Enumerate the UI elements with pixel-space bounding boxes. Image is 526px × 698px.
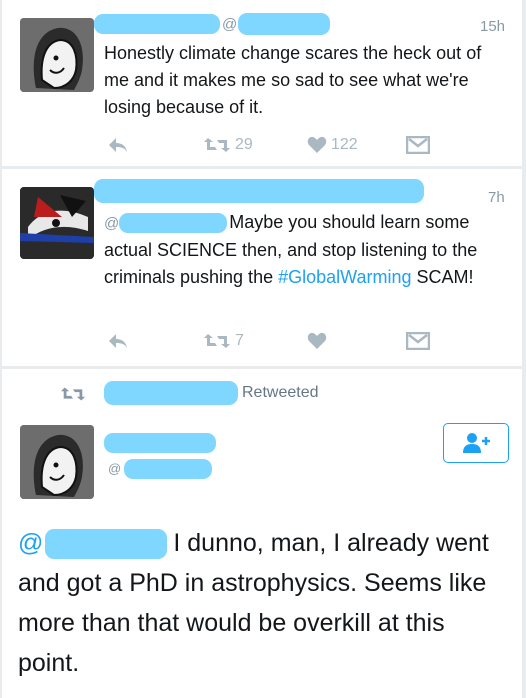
reply-icon bbox=[107, 136, 129, 154]
retweeted-icon bbox=[60, 385, 86, 408]
redacted-name bbox=[104, 433, 216, 453]
redacted-handle bbox=[238, 13, 330, 35]
like-icon bbox=[307, 332, 327, 350]
like-count: 122 bbox=[331, 136, 358, 153]
reply-button[interactable] bbox=[107, 329, 129, 353]
tweet-card-3[interactable]: Retweeted @ @ I dunno, man, I already wen… bbox=[2, 369, 522, 698]
retweeted-label: Retweeted bbox=[242, 384, 319, 401]
tweet-time: 15h bbox=[480, 18, 506, 35]
follow-icon bbox=[462, 432, 492, 459]
avatar[interactable] bbox=[20, 425, 94, 499]
tweet-card-1[interactable]: @ 15h Honestly climate change scares the… bbox=[2, 0, 522, 166]
tweet-text-a: I dunno, man, I already bbox=[173, 529, 430, 557]
tweet-text-c: SCAM! bbox=[416, 267, 474, 287]
reply-icon bbox=[107, 332, 129, 350]
avatar[interactable] bbox=[20, 18, 94, 92]
redacted-handle bbox=[124, 459, 212, 479]
like-button[interactable] bbox=[307, 329, 327, 353]
tweet-actions: 7 bbox=[102, 329, 432, 353]
tweet-text-a: Maybe you should learn bbox=[229, 212, 421, 232]
like-button[interactable]: 122 bbox=[307, 133, 358, 157]
tweet-time: 7h bbox=[488, 189, 505, 206]
retweet-icon bbox=[203, 136, 231, 154]
redacted-mention bbox=[45, 529, 168, 560]
tweet-card-2[interactable]: 7h @ Maybe you should learn some actual S… bbox=[2, 169, 522, 366]
retweet-count: 29 bbox=[235, 136, 253, 153]
message-button[interactable] bbox=[406, 329, 430, 353]
follow-button[interactable] bbox=[443, 423, 509, 463]
retweet-button[interactable]: 29 bbox=[203, 133, 253, 157]
like-icon bbox=[307, 136, 327, 154]
retweet-icon bbox=[203, 332, 231, 350]
redacted-mention bbox=[119, 213, 228, 234]
mention-at: @ bbox=[104, 215, 120, 232]
retweet-button[interactable]: 7 bbox=[203, 329, 244, 353]
retweet-count: 7 bbox=[235, 332, 244, 349]
redacted-retweeter bbox=[104, 381, 238, 405]
redacted-name bbox=[94, 179, 424, 203]
redacted-name bbox=[94, 14, 220, 34]
mention-at: @ bbox=[18, 529, 44, 557]
message-icon bbox=[406, 136, 430, 154]
reply-button[interactable] bbox=[107, 133, 129, 157]
tweet-text: Honestly climate change scares the heck … bbox=[104, 43, 482, 117]
handle-at: @ bbox=[222, 16, 238, 33]
handle-at: @ bbox=[108, 461, 122, 476]
tweet-actions: 29 122 bbox=[102, 133, 432, 157]
tweet-text: @ I dunno, man, I already went and got a … bbox=[18, 523, 508, 683]
message-button[interactable] bbox=[406, 133, 430, 157]
tweet-text: @ Maybe you should learn some actual SCIE… bbox=[104, 209, 509, 291]
avatar[interactable] bbox=[20, 187, 94, 259]
hashtag-link[interactable]: #GlobalWarming bbox=[278, 267, 411, 287]
message-icon bbox=[406, 332, 430, 350]
